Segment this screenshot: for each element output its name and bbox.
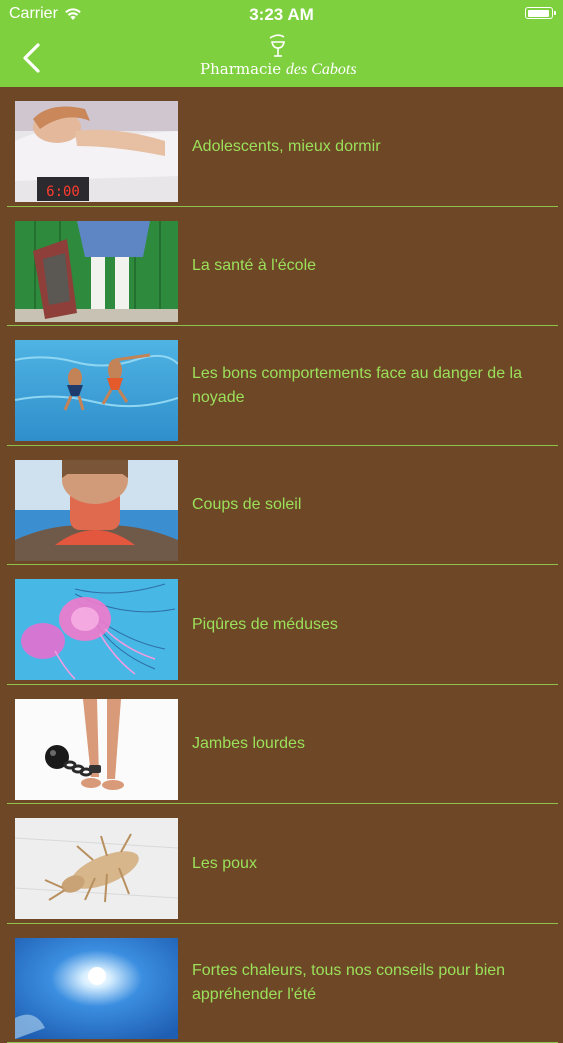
back-button[interactable]	[18, 40, 48, 76]
sleeping-teen-image: 6:00	[15, 101, 178, 202]
article-title: La santé à l'école	[192, 207, 543, 327]
article-title: Fortes chaleurs, tous nos conseils pour …	[192, 924, 543, 1043]
svg-text:6:00: 6:00	[46, 184, 80, 200]
list-item[interactable]: Les poux	[0, 804, 563, 924]
school-kids-image	[15, 221, 178, 322]
logo-text: Pharmacie des Cabots	[200, 60, 357, 79]
article-title: Les poux	[192, 804, 543, 924]
logo-text-main: Pharmacie	[200, 60, 281, 78]
list-item[interactable]: Coups de soleil	[0, 446, 563, 566]
pharmacy-logo: Pharmacie des Cabots	[196, 34, 368, 82]
status-bar: Carrier 3:23 AM	[0, 0, 563, 28]
article-title: Adolescents, mieux dormir	[192, 87, 543, 207]
swimming-kids-image	[15, 340, 178, 441]
article-title: Les bons comportements face au danger de…	[192, 326, 543, 446]
status-time: 3:23 AM	[0, 5, 563, 25]
article-list: 6:00 Adolescents, mieux dormir	[0, 87, 563, 1043]
louse-image	[15, 818, 178, 919]
list-item[interactable]: La santé à l'école	[0, 207, 563, 327]
list-item[interactable]: Fortes chaleurs, tous nos conseils pour …	[0, 924, 563, 1043]
battery-icon	[525, 7, 553, 19]
nav-header: Carrier 3:23 AM Pharmacie des Cabots	[0, 0, 563, 87]
article-title: Coups de soleil	[192, 446, 543, 566]
caduceus-icon	[266, 34, 290, 60]
list-item[interactable]: Jambes lourdes	[0, 685, 563, 805]
list-item[interactable]: Piqûres de méduses	[0, 565, 563, 685]
sun-sky-image	[15, 938, 178, 1039]
article-title: Piqûres de méduses	[192, 565, 543, 685]
list-item[interactable]: Les bons comportements face au danger de…	[0, 326, 563, 446]
chevron-left-icon	[18, 40, 48, 76]
list-item[interactable]: 6:00 Adolescents, mieux dormir	[0, 87, 563, 207]
article-title: Jambes lourdes	[192, 685, 543, 805]
sunburn-neck-image	[15, 460, 178, 561]
heavy-legs-image	[15, 699, 178, 800]
logo-text-script: des Cabots	[286, 61, 357, 78]
jellyfish-image	[15, 579, 178, 680]
